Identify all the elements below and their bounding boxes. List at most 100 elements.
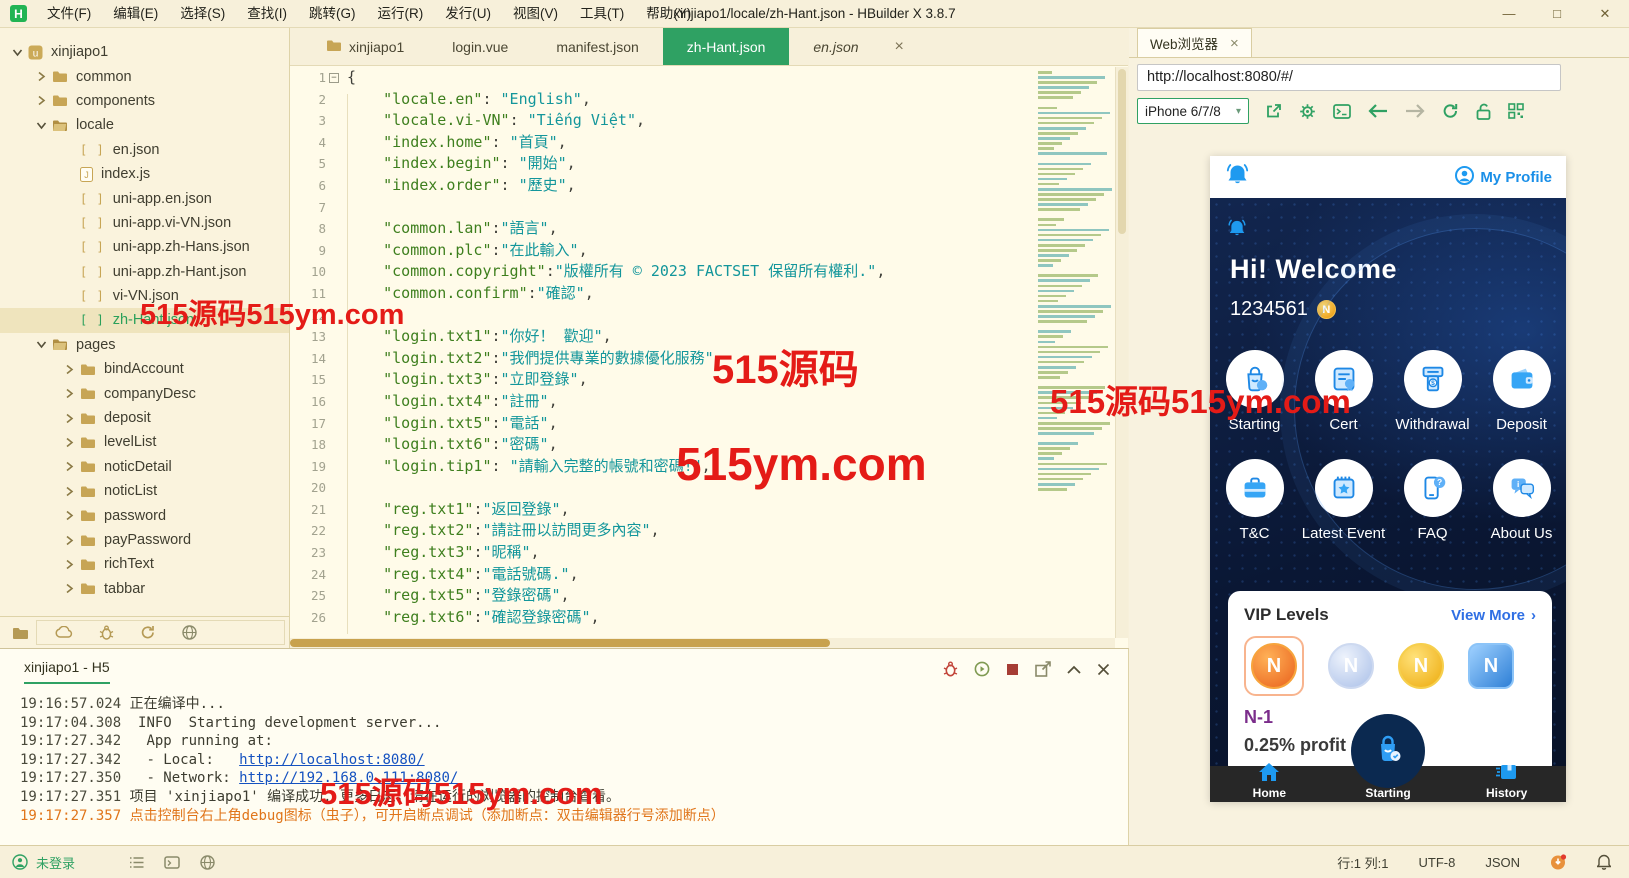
popout-icon[interactable] (1265, 103, 1282, 120)
tree-item-tabbar[interactable]: tabbar (0, 577, 289, 601)
editor-tab-xinjiapo1[interactable]: xinjiapo1 (302, 28, 428, 65)
code-line[interactable]: 13 "login.txt1":"你好！ 歡迎", (290, 326, 1128, 348)
tree-item-uni-app-zh-Hant-json[interactable]: [ ] uni-app.zh-Hant.json (0, 260, 289, 284)
line-number[interactable]: 19 (290, 456, 326, 478)
line-number[interactable]: 23 (290, 542, 326, 564)
code-line[interactable]: 22 "reg.txt2":"請註冊以訪問更多內容", (290, 520, 1128, 542)
line-number[interactable]: 8 (290, 218, 326, 240)
code-line[interactable]: 14 "login.txt2":"我們提供專業的數據優化服務", (290, 348, 1128, 370)
tree-item-noticList[interactable]: noticList (0, 479, 289, 503)
menu-item[interactable]: 选择(S) (169, 0, 236, 28)
code-area[interactable]: 1−{2 "locale.en": "English", 3 "locale.vi… (290, 67, 1128, 638)
tree-item-locale[interactable]: locale (0, 113, 289, 137)
filetype[interactable]: JSON (1485, 855, 1520, 870)
editor-tab-en-json[interactable]: en.json (789, 28, 882, 65)
code-line[interactable]: 25 "reg.txt5":"登錄密碼", (290, 585, 1128, 607)
nav-item-home[interactable]: Home (1210, 763, 1329, 802)
starting-center-button[interactable] (1351, 714, 1425, 788)
chevron-right-icon[interactable] (62, 510, 77, 521)
line-number[interactable]: 10 (290, 261, 326, 283)
scrollbar-thumb[interactable] (290, 639, 830, 647)
url-input[interactable]: http://localhost:8080/#/ (1137, 64, 1561, 91)
maximize-button[interactable]: □ (1533, 0, 1581, 28)
code-line[interactable]: 11 "common.confirm":"確認", (290, 283, 1128, 305)
line-number[interactable]: 1 (290, 67, 326, 89)
code-line[interactable]: 23 "reg.txt3":"昵稱", (290, 542, 1128, 564)
cursor-position[interactable]: 行:1 列:1 (1337, 853, 1388, 872)
tree-item-en-json[interactable]: [ ] en.json (0, 138, 289, 162)
line-number[interactable]: 25 (290, 585, 326, 607)
vip-badge-selected-box[interactable]: N (1244, 636, 1304, 696)
code-line[interactable]: 26 "reg.txt6":"確認登錄密碼", (290, 607, 1128, 629)
chevron-right-icon[interactable] (34, 71, 49, 82)
view-more-link[interactable]: View More › (1451, 607, 1536, 624)
menu-item[interactable]: 工具(T) (569, 0, 635, 28)
my-profile-button[interactable]: My Profile (1455, 165, 1552, 189)
chevron-down-icon[interactable] (34, 121, 49, 130)
code-line[interactable]: 3 "locale.vi-VN": "Tiếng Việt", (290, 110, 1128, 132)
editor-horizontal-scrollbar[interactable] (290, 638, 1115, 648)
console-icon[interactable] (1333, 103, 1351, 119)
chevron-right-icon[interactable] (62, 535, 77, 546)
menu-item[interactable]: 查找(I) (236, 0, 298, 28)
code-line[interactable]: 5 "index.begin": "開始", (290, 153, 1128, 175)
line-number[interactable]: 2 (290, 89, 326, 111)
bell-icon[interactable] (1224, 162, 1251, 193)
line-number[interactable]: 21 (290, 499, 326, 521)
encoding[interactable]: UTF-8 (1418, 855, 1455, 870)
notification-bell-icon[interactable] (1597, 854, 1611, 870)
code-line[interactable]: 10 "common.copyright":"版權所有 © 2023 FACTS… (290, 261, 1128, 283)
console-tab[interactable]: xinjiapo1 - H5 (24, 659, 110, 684)
folder-icon[interactable] (12, 626, 29, 640)
list-icon[interactable] (129, 856, 144, 869)
cloud-icon[interactable] (55, 626, 73, 639)
nav-item-history[interactable]: History (1447, 765, 1566, 802)
console-debug-icon[interactable] (943, 661, 958, 677)
line-number[interactable]: 22 (290, 520, 326, 542)
line-number[interactable]: 24 (290, 564, 326, 586)
globe-icon[interactable] (200, 854, 215, 870)
tree-item-common[interactable]: common (0, 64, 289, 88)
code-line[interactable]: 8 "common.lan":"語言", (290, 218, 1128, 240)
tree-item-pages[interactable]: pages (0, 333, 289, 357)
quick-action-FAQ[interactable]: ? FAQ (1388, 459, 1477, 542)
vip-badge-diamond[interactable]: N (1468, 643, 1514, 689)
line-number[interactable]: 20 (290, 477, 326, 499)
close-icon[interactable]: × (1230, 35, 1239, 52)
minimize-button[interactable]: — (1485, 0, 1533, 28)
tree-item-xinjiapo1[interactable]: u xinjiapo1 (0, 40, 289, 64)
tree-item-uni-app-zh-Hans-json[interactable]: [ ] uni-app.zh-Hans.json (0, 235, 289, 259)
code-line[interactable]: 12 (290, 305, 1128, 327)
chevron-down-icon[interactable] (34, 340, 49, 349)
tab-close-icon[interactable]: × (883, 38, 916, 56)
chevron-right-icon[interactable] (62, 388, 77, 399)
console-export-icon[interactable] (1035, 661, 1051, 677)
line-number[interactable]: 5 (290, 153, 326, 175)
line-number[interactable]: 17 (290, 413, 326, 435)
code-line[interactable]: 16 "login.txt4":"註冊", (290, 391, 1128, 413)
code-line[interactable]: 6 "index.order": "歷史", (290, 175, 1128, 197)
line-number[interactable]: 7 (290, 197, 326, 219)
tree-item-richText[interactable]: richText (0, 552, 289, 576)
tree-item-levelList[interactable]: levelList (0, 430, 289, 454)
console-restart-icon[interactable] (974, 661, 990, 677)
tree-item-uni-app-vi-VN-json[interactable]: [ ] uni-app.vi-VN.json (0, 211, 289, 235)
tree-item-payPassword[interactable]: payPassword (0, 528, 289, 552)
chevron-down-icon[interactable] (10, 48, 25, 57)
globe-icon[interactable] (182, 625, 197, 640)
code-line[interactable]: 7 (290, 197, 1128, 219)
quick-action-Deposit[interactable]: Deposit (1477, 350, 1566, 433)
chevron-right-icon[interactable] (34, 95, 49, 106)
qrcode-icon[interactable] (1508, 103, 1524, 119)
tree-item-components[interactable]: components (0, 89, 289, 113)
refresh-icon[interactable] (1442, 103, 1459, 119)
menu-item[interactable]: 文件(F) (36, 0, 102, 28)
terminal-icon[interactable] (164, 855, 180, 869)
debug-icon[interactable] (99, 625, 114, 640)
forward-icon[interactable] (1405, 104, 1425, 118)
console-collapse-icon[interactable] (1067, 665, 1081, 674)
login-status[interactable]: 未登录 (36, 853, 75, 872)
scrollbar-thumb[interactable] (1118, 69, 1126, 234)
unlock-icon[interactable] (1476, 103, 1491, 120)
tree-item-uni-app-en-json[interactable]: [ ] uni-app.en.json (0, 186, 289, 210)
